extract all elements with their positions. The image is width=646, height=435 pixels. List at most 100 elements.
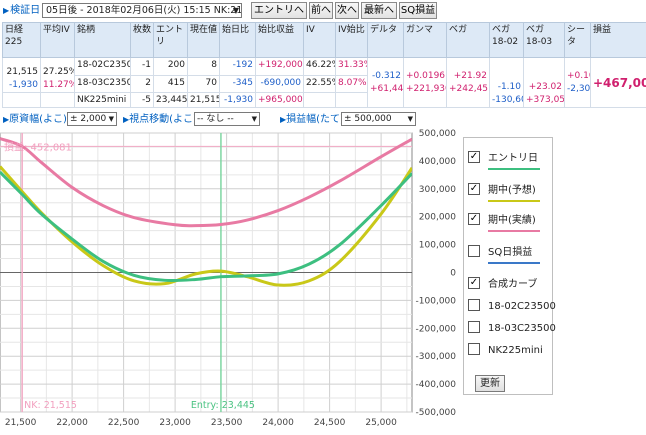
col-header: 現在値 [187,22,220,58]
chevron-down-icon: ▼ [232,6,239,15]
position-iv: 46.22% [303,57,336,76]
col-header: デルタ [367,22,404,58]
checkbox-icon[interactable]: ✓ [468,183,480,195]
vega-1803-value: +23.02 [528,82,562,92]
positions-table: 日経225 平均IV 銘柄 枚数 エントリ 現在値 始日比 始比収益 IV IV… [2,22,646,108]
y-tick-label: -300,000 [416,352,457,362]
legend-swatch [488,200,540,202]
x-tick-label: 21,500 [5,418,37,428]
next-button[interactable]: 次へ [335,2,359,19]
gamma-value: +0.0196 [406,70,446,81]
col-header: 損益 [590,22,646,58]
theta-value: +0.10 [567,70,590,81]
position-pnl: +965,000 [255,92,304,108]
nk-annotation: NK: 21,515 [24,400,77,411]
col-header: ベガ [446,22,490,58]
col-header: ガンマ [403,22,447,58]
goto-entry-button[interactable]: エントリへ [251,2,307,19]
latest-button[interactable]: 最新へ [361,2,397,19]
y-tick-label: 300,000 [419,185,456,195]
checkbox-icon[interactable] [468,245,480,257]
position-change: -345 [219,74,256,93]
position-pnl: -690,000 [255,74,304,93]
position-iv-change [335,92,368,108]
position-change: -1,930 [219,92,256,108]
position-iv-change: 8.07% [335,74,368,93]
vega-1802-change: -130,600 [492,95,523,105]
sq-pnl-button[interactable]: SQ損益 [399,2,437,19]
shift-select[interactable]: -- なし -- ▼ [194,112,260,126]
legend-item-entry[interactable]: ✓ エントリ日 [468,151,538,166]
verify-date-select[interactable]: 05日後 - 2018年02月06日(火) 15:15 NK:21515 ▼ [42,3,242,18]
position-change: -192 [219,57,256,76]
col-header: IV始比 [335,22,368,58]
empty-cell [40,92,75,108]
vega-1802-value: -1.10 [497,82,521,92]
position-name: NK225mini [74,92,131,108]
checkbox-icon[interactable] [468,343,480,355]
chevron-down-icon: ▼ [251,115,257,123]
legend-swatch [488,262,540,264]
col-header: 始日比 [219,22,256,58]
position-qty: 2 [130,74,154,93]
x-tick-label: 22,000 [56,418,88,428]
gamma-cell: +0.0196 +221,930 [403,57,447,108]
verify-date-label: ▶検証日 [3,5,41,16]
legend-item-composite[interactable]: ✓ 合成カーブ [468,277,537,292]
position-iv-change: 31.33% [335,57,368,76]
position-current: 70 [187,74,220,93]
col-header: 平均IV [40,22,75,58]
x-tick-label: 25,000 [365,418,397,428]
checkbox-icon[interactable]: ✓ [468,151,480,163]
legend-item-mini[interactable]: NK225mini [468,343,543,358]
position-qty: -5 [130,92,154,108]
position-current: 21,515 [187,92,220,108]
pnl-chart[interactable]: 500,000 400,000 300,000 200,000 100,000 0 -100… [0,125,462,435]
legend-item-forecast[interactable]: ✓ 期中(予想) [468,183,536,198]
total-pnl: +467,000 [590,57,646,108]
checkbox-icon[interactable] [468,321,480,333]
position-iv [303,92,336,108]
update-button[interactable]: 更新 [475,375,505,392]
delta-cell: -0.312 +61,441 [367,57,404,108]
vega-cell: +21.92 +242,451 [446,57,490,108]
col-header: シータ [564,22,591,58]
prev-button[interactable]: 前へ [309,2,333,19]
vega-change: +242,451 [449,83,490,94]
vega-value: +21.92 [453,70,487,81]
delta-change: +61,441 [370,83,404,94]
legend-item-sq[interactable]: SQ日損益 [468,245,532,260]
theta-change: -2,304 [567,83,591,94]
table-row[interactable]: 21,515-1,930 27.25%11.27% 18-02C23500 -1… [2,57,646,108]
theta-cell: +0.10 -2,304 [564,57,591,108]
position-name: 18-03C23500 [74,74,131,93]
position-entry: 200 [153,57,188,76]
chevron-down-icon: ▼ [108,115,114,123]
position-iv: 22.55% [303,74,336,93]
delta-value: -0.312 [371,70,401,81]
checkbox-icon[interactable]: ✓ [468,213,480,225]
legend-item-actual[interactable]: ✓ 期中(実績) [468,213,536,228]
legend-panel: ✓ エントリ日 ✓ 期中(予想) ✓ 期中(実績) SQ日損益 ✓ 合成カーブ 18-0… [463,137,556,395]
chevron-down-icon: ▼ [407,115,413,123]
legend-swatch [488,168,540,170]
empty-cell [2,92,41,108]
gamma-change: +221,930 [406,83,447,94]
position-name: 18-02C23500 [74,57,131,76]
vega-1802-cell: -1.10 -130,600 [489,57,524,108]
vega-1803-change: +373,052 [526,95,565,105]
range-select[interactable]: ± 2,000 ▼ [67,112,117,126]
col-header: 銘柄 [74,22,131,58]
x-tick-label: 24,500 [314,418,346,428]
checkbox-icon[interactable]: ✓ [468,277,480,289]
legend-item-1802[interactable]: 18-02C23500 [468,299,556,314]
pnl-range-select[interactable]: ± 500,000 ▼ [341,112,416,126]
checkbox-icon[interactable] [468,299,480,311]
x-tick-label: 23,500 [211,418,243,428]
legend-item-1803[interactable]: 18-03C23500 [468,321,556,336]
position-entry: 415 [153,74,188,93]
y-tick-label: -500,000 [416,408,457,418]
avg-iv-cell: 27.25% 11.27% [40,57,75,93]
y-tick-label: 400,000 [419,157,456,167]
y-tick-label: -100,000 [416,296,457,306]
